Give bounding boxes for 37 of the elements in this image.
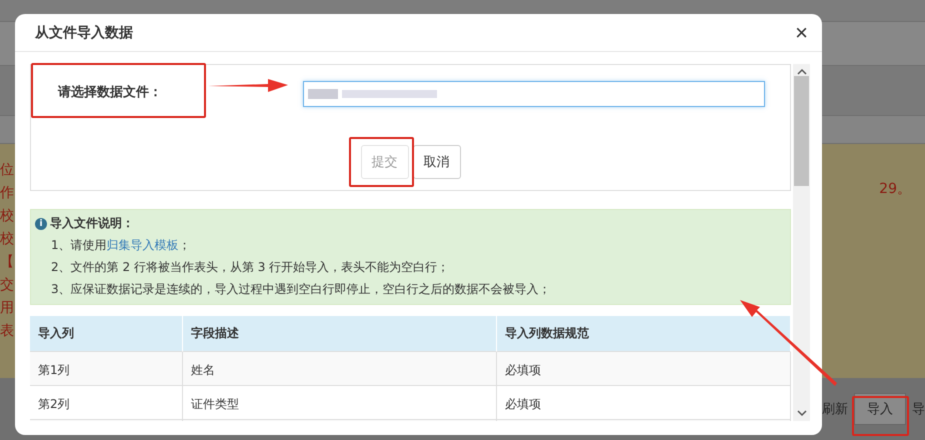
- scroll-down-icon[interactable]: [796, 409, 806, 417]
- notice-text: 作: [0, 184, 14, 203]
- table-cell: 证件类型: [183, 386, 497, 420]
- notice-text: 29。: [879, 180, 911, 199]
- toolbar-button[interactable]: 刷新: [822, 400, 848, 418]
- scrollbar[interactable]: [793, 64, 810, 421]
- info-title: 导入文件说明：: [50, 215, 134, 232]
- column-header: 字段描述: [183, 316, 497, 352]
- column-header: 导入列数据规范: [497, 316, 791, 352]
- notice-text: 校: [0, 207, 14, 226]
- notice-text: 用: [0, 299, 14, 318]
- table-cell: 必填项: [497, 352, 791, 386]
- table-cell: 姓名: [183, 352, 497, 386]
- info-icon: i: [35, 218, 47, 230]
- column-header: 导入列: [30, 316, 183, 352]
- highlight-frame: [852, 396, 909, 436]
- notice-text: 【: [0, 253, 14, 272]
- table-cell: 必填项: [497, 386, 791, 420]
- toolbar-button[interactable]: 导: [912, 400, 925, 418]
- file-field[interactable]: [303, 81, 765, 107]
- notice-text: 位: [0, 161, 14, 180]
- info-text: 3、应保证数据记录是连续的，导入过程中遇到空白行即停止，空白行之后的数据不会被导入；: [50, 281, 552, 298]
- scroll-up-icon[interactable]: [796, 68, 806, 76]
- notice-text: 表: [0, 322, 14, 341]
- info-text: 1、请使用归集导入模板；: [50, 237, 192, 254]
- notice-text: 校: [0, 230, 14, 249]
- file-label: 请选择数据文件：: [58, 84, 163, 101]
- table-cell: 第1列: [30, 352, 183, 386]
- info-text: 2、文件的第 2 行将被当作表头，从第 3 行开始导入，表头不能为空白行；: [50, 259, 450, 276]
- table-cell: 第2列: [30, 386, 183, 420]
- dialog-title: 从文件导入数据: [35, 24, 133, 42]
- import-button[interactable]: 导入: [854, 393, 906, 425]
- highlight-frame: [349, 137, 414, 187]
- notice-text: 交: [0, 276, 14, 295]
- template-link[interactable]: 归集导入模板: [106, 238, 179, 252]
- cancel-button[interactable]: 取消: [412, 145, 460, 179]
- close-button[interactable]: ×: [795, 20, 808, 46]
